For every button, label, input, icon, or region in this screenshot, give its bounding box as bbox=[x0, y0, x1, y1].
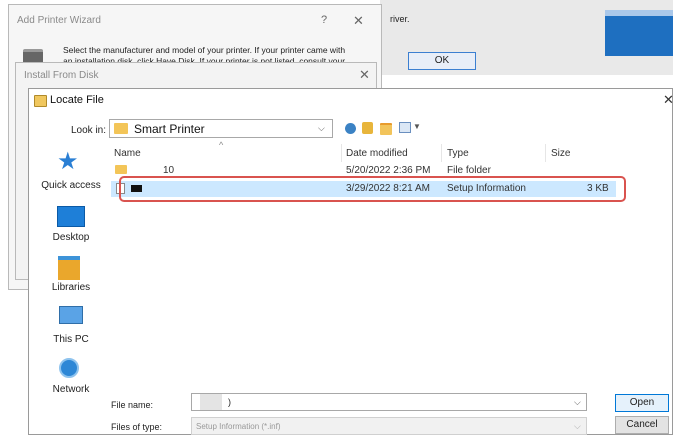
back-icon[interactable] bbox=[345, 123, 356, 134]
locate-file-icon bbox=[34, 95, 47, 107]
install-disk-title: Install From Disk bbox=[24, 70, 99, 81]
new-folder-icon[interactable] bbox=[380, 123, 392, 135]
background-banner bbox=[605, 10, 673, 56]
network-icon bbox=[59, 358, 79, 378]
lookin-value: Smart Printer bbox=[134, 122, 205, 136]
column-divider bbox=[441, 144, 442, 162]
nav-this-pc[interactable]: This PC bbox=[33, 334, 109, 345]
this-pc-icon bbox=[59, 306, 83, 324]
redacted-input-blur bbox=[200, 394, 222, 410]
row-type: File folder bbox=[447, 165, 491, 176]
wizard-close-button[interactable]: ✕ bbox=[353, 14, 364, 27]
filename-value: ) bbox=[228, 397, 231, 407]
up-folder-icon[interactable] bbox=[362, 122, 373, 134]
background-ok-button[interactable]: OK bbox=[408, 52, 476, 70]
column-divider bbox=[341, 144, 342, 162]
filename-label: File name: bbox=[111, 400, 154, 410]
nav-desktop[interactable]: Desktop bbox=[33, 232, 109, 243]
annotation-highlight-box bbox=[119, 176, 626, 202]
libraries-icon bbox=[58, 256, 80, 280]
row-date: 5/20/2022 2:36 PM bbox=[346, 165, 431, 176]
filetype-value: Setup Information (*.inf) bbox=[196, 422, 281, 431]
cancel-button[interactable]: Cancel bbox=[615, 416, 669, 434]
filename-input[interactable]: ) ⌵ bbox=[191, 393, 587, 411]
column-divider bbox=[545, 144, 546, 162]
folder-icon bbox=[114, 123, 128, 134]
filetype-chevron-icon: ⌵ bbox=[574, 421, 581, 431]
column-header-size[interactable]: Size bbox=[551, 148, 570, 159]
folder-icon bbox=[115, 165, 127, 174]
file-list: ^ Name Date modified Type Size 10 5/20/2… bbox=[111, 140, 671, 386]
open-button[interactable]: Open bbox=[615, 394, 669, 412]
locate-file-title: Locate File bbox=[50, 94, 104, 106]
column-header-type[interactable]: Type bbox=[447, 148, 469, 159]
view-menu-icon[interactable] bbox=[399, 122, 411, 133]
chevron-down-icon: ⌵ bbox=[318, 123, 325, 133]
locate-file-close-button[interactable]: ✕ bbox=[663, 93, 673, 106]
navigation-pane: ★ Quick access Desktop Libraries This PC… bbox=[33, 144, 113, 399]
filetype-label: Files of type: bbox=[111, 422, 163, 432]
sort-chevron-icon: ^ bbox=[219, 140, 224, 150]
locate-file-window: Locate File ✕ Look in: Smart Printer ⌵ ▼… bbox=[28, 88, 673, 435]
install-disk-close-button[interactable]: ✕ bbox=[359, 68, 370, 81]
nav-network[interactable]: Network bbox=[33, 384, 109, 395]
row-name: 10 bbox=[163, 165, 175, 176]
view-chevron-icon: ▼ bbox=[413, 122, 421, 131]
column-header-name[interactable]: Name bbox=[114, 148, 141, 159]
filetype-select[interactable]: Setup Information (*.inf) ⌵ bbox=[191, 417, 587, 435]
star-icon: ★ bbox=[57, 148, 79, 175]
wizard-instruction-line1: Select the manufacturer and model of you… bbox=[63, 45, 346, 55]
filename-chevron-icon[interactable]: ⌵ bbox=[574, 397, 581, 408]
nav-quick-access[interactable]: Quick access bbox=[33, 180, 109, 191]
column-header-date[interactable]: Date modified bbox=[346, 148, 408, 159]
nav-libraries[interactable]: Libraries bbox=[33, 282, 109, 293]
lookin-label: Look in: bbox=[71, 125, 107, 136]
background-dialog: river. OK bbox=[380, 0, 673, 75]
wizard-help-button[interactable]: ? bbox=[321, 14, 327, 27]
lookin-dropdown[interactable]: Smart Printer ⌵ bbox=[109, 119, 333, 138]
background-snippet: river. bbox=[390, 14, 410, 24]
desktop-icon bbox=[57, 206, 85, 227]
wizard-title: Add Printer Wizard bbox=[17, 15, 101, 26]
